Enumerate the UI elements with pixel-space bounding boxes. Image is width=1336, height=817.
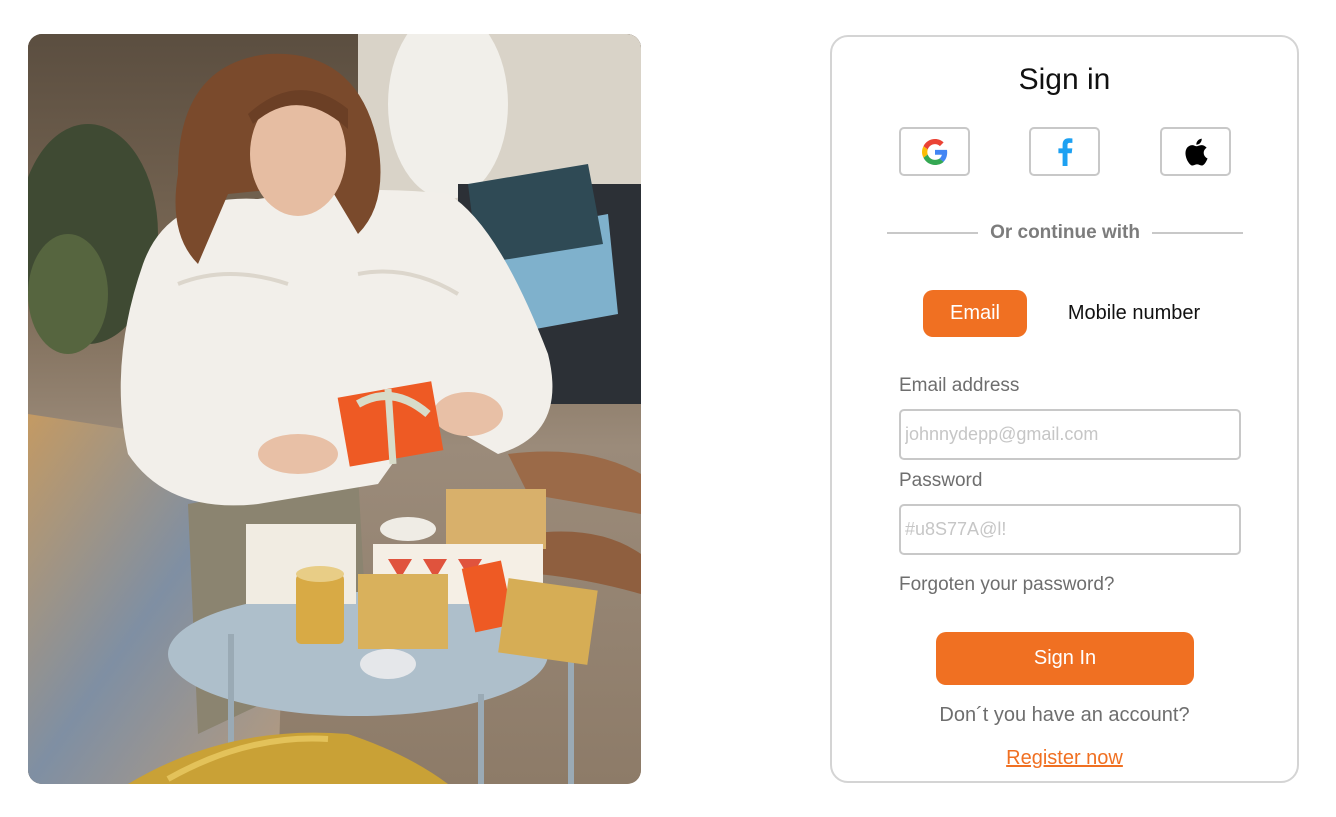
apple-icon (1184, 138, 1207, 166)
no-account-text: Don´t you have an account? (939, 704, 1190, 726)
photo-woman-wrapping-gifts (28, 34, 641, 784)
google-icon (921, 138, 947, 165)
apple-signin-button[interactable] (1160, 127, 1231, 176)
register-container: Register now (832, 747, 1297, 770)
email-field[interactable] (899, 409, 1241, 460)
sign-in-button[interactable]: Sign In (936, 632, 1194, 685)
password-label: Password (899, 470, 983, 491)
google-signin-button[interactable] (899, 127, 970, 176)
divider-line-right (1151, 232, 1244, 234)
tab-mobile-number[interactable]: Mobile number (1054, 290, 1214, 337)
facebook-icon (1057, 137, 1072, 166)
forgot-password-link[interactable]: Forgoten your password? (899, 574, 1114, 596)
register-now-link[interactable]: Register now (1006, 747, 1123, 769)
signin-title: Sign in (1018, 63, 1111, 96)
divider-line-left (887, 232, 979, 234)
hero-photo (28, 34, 641, 784)
divider-text: Or continue with (990, 222, 1140, 243)
signin-card: Sign in Or continue with Email Mobile nu… (830, 35, 1299, 783)
tab-email[interactable]: Email (923, 290, 1027, 337)
facebook-signin-button[interactable] (1029, 127, 1100, 176)
email-label: Email address (899, 375, 1020, 396)
password-field[interactable] (899, 504, 1241, 555)
or-continue-divider: Or continue with (887, 221, 1244, 245)
